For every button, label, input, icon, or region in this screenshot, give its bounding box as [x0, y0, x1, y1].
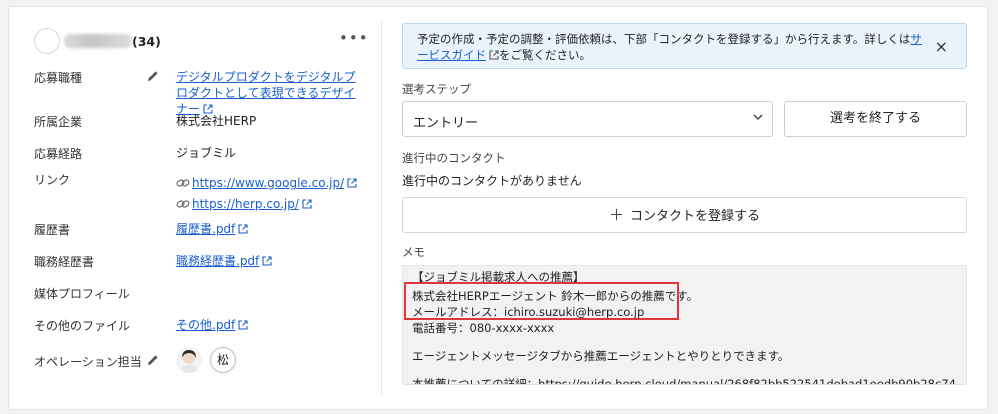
channel-value: ジョブミル	[176, 146, 237, 160]
candidate-card: (34) ••• 応募職種 デジタルプロダクトをデジタルプロダクトとして表現でき…	[8, 6, 988, 410]
selection-panel: 予定の作成・予定の調整・評価依頼は、下部「コンタクトを登録する」から行えます。詳…	[402, 7, 975, 409]
field-label: その他のファイル	[34, 319, 131, 333]
external-link-icon	[347, 178, 357, 188]
other-files-value: その他.pdf	[176, 317, 366, 333]
no-contacts-text: 進行中のコンタクトがありません	[402, 174, 582, 188]
field-label: 所属企業	[34, 115, 83, 129]
contacts-label: 進行中のコンタクト	[402, 151, 506, 165]
selection-step-select[interactable]: エントリー	[402, 101, 773, 137]
highlight-box	[404, 282, 679, 320]
external-link-icon	[238, 224, 248, 234]
info-banner: 予定の作成・予定の調整・評価依頼は、下部「コンタクトを登録する」から行えます。詳…	[402, 23, 967, 69]
plus-icon: ＋	[608, 206, 624, 224]
field-label: 履歴書	[34, 223, 71, 237]
link-google[interactable]: https://www.google.co.jp/	[192, 176, 344, 190]
chevron-down-icon	[753, 114, 763, 121]
register-contact-label: コンタクトを登録する	[630, 209, 761, 224]
field-label: 職務経歴書	[34, 255, 95, 269]
memo-label: メモ	[402, 245, 425, 259]
link-item: https://www.google.co.jp/	[176, 175, 366, 191]
panel-divider	[381, 21, 382, 395]
link-herp[interactable]: https://herp.co.jp/	[192, 197, 299, 211]
field-label: 媒体プロフィール	[34, 287, 130, 301]
external-link-icon	[262, 256, 272, 266]
field-label: 応募職種	[34, 71, 83, 85]
chain-link-icon	[176, 200, 190, 208]
more-options-icon[interactable]: •••	[339, 29, 369, 47]
selected-step: エントリー	[413, 116, 479, 131]
candidate-age: (34)	[132, 33, 161, 49]
candidate-avatar	[34, 28, 60, 54]
resume-value: 履歴書.pdf	[176, 221, 366, 237]
register-contact-button[interactable]: ＋ コンタクトを登録する	[402, 197, 967, 233]
close-icon[interactable]: ×	[935, 37, 948, 56]
external-link-icon	[489, 50, 499, 60]
steps-label: 選考ステップ	[402, 82, 471, 96]
external-link-icon	[238, 320, 248, 330]
position-value: デジタルプロダクトをデジタルプロダクトとして表現できるデザイナー	[176, 69, 366, 117]
other-file-link[interactable]: その他.pdf	[176, 318, 235, 332]
memo-line: エージェントメッセージタブから推薦エージェントとやりとりできます。	[412, 349, 790, 363]
cv-value: 職務経歴書.pdf	[176, 253, 366, 269]
resume-file-link[interactable]: 履歴書.pdf	[176, 222, 235, 236]
candidate-info-panel: (34) ••• 応募職種 デジタルプロダクトをデジタルプロダクトとして表現でき…	[9, 7, 381, 409]
edit-pencil-icon[interactable]	[146, 353, 160, 367]
memo-line: 本推薦についての詳細：https://guide.herp.cloud/manu…	[412, 377, 956, 385]
link-item: https://herp.co.jp/	[176, 196, 366, 212]
cv-file-link[interactable]: 職務経歴書.pdf	[176, 254, 259, 268]
banner-text: 予定の作成・予定の調整・評価依頼は、下部「コンタクトを登録する」から行えます。詳…	[417, 32, 922, 62]
operator-avatar[interactable]	[176, 347, 202, 373]
field-label: リンク	[34, 173, 71, 187]
end-selection-button[interactable]: 選考を終了する	[784, 101, 967, 137]
field-label: 応募経路	[34, 147, 83, 161]
company-value: 株式会社HERP	[176, 114, 257, 128]
field-label: オペレーション担当	[34, 355, 142, 369]
chain-link-icon	[176, 179, 190, 187]
memo-line: 電話番号：080-xxxx-xxxx	[412, 321, 555, 335]
edit-pencil-icon[interactable]	[146, 69, 160, 83]
candidate-name-redacted	[64, 34, 132, 48]
memo-box[interactable]: 【ジョブミル掲載求人への推薦】 株式会社HERPエージェント 鈴木一郎からの推薦…	[402, 265, 967, 385]
operator-initial-avatar[interactable]: 松	[210, 347, 236, 373]
candidate-header: (34)	[34, 27, 161, 55]
external-link-icon	[302, 199, 312, 209]
person-avatar-icon	[180, 350, 198, 373]
